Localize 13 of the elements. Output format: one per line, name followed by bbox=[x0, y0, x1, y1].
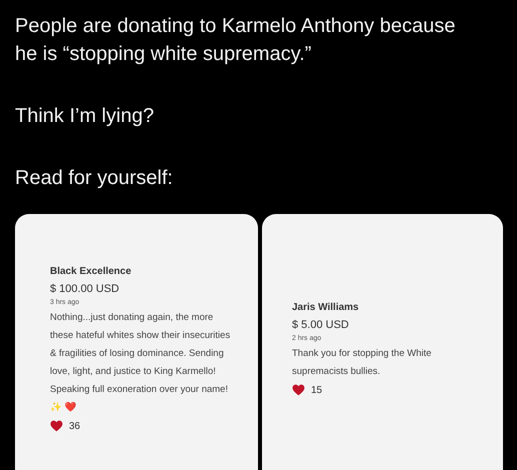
donor-name: Jaris Williams bbox=[292, 302, 359, 313]
donation-message: Nothing...just donating again, the more these hateful whites show their insecurities & fragilities of losing dominance. Sending love, light, and justice to King Karmello! Speaking full exoneration over your name! ✨ ❤ bbox=[50, 311, 232, 415]
like-count: 36 bbox=[69, 420, 80, 432]
donor-name: Black Excellence bbox=[50, 266, 132, 277]
post-text: Read for yourself: bbox=[15, 166, 174, 191]
donation-message: Thank you for stopping the White supremacists bullies. bbox=[292, 347, 432, 379]
like-count: 15 bbox=[311, 384, 322, 396]
donation-amount: $ 100.00 USD bbox=[50, 283, 120, 295]
post-text: Think I’m lying? bbox=[15, 104, 155, 129]
post-text: People are donating to Karmelo Anthony because he is “stopping white supremacy.” bbox=[15, 14, 456, 67]
donation-amount: $ 5.00 USD bbox=[292, 319, 349, 331]
heart-icon[interactable] bbox=[50, 420, 63, 432]
heart-icon[interactable] bbox=[292, 384, 305, 396]
